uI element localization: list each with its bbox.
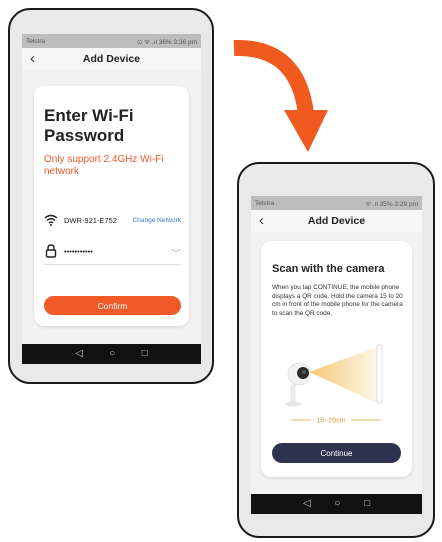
nav-back-icon[interactable]: ◁ <box>303 499 311 509</box>
distance-label: 15~20cm <box>317 418 346 425</box>
scan-instructions: When you tap CONTINUE, the mobile phone … <box>272 284 403 317</box>
lock-icon <box>44 244 58 258</box>
nav-recents-icon[interactable]: □ <box>142 349 148 359</box>
wifi-note: Only support 2.4GHz Wi-Fi network <box>44 154 164 177</box>
wifi-card: Enter Wi-Fi Password Only support 2.4GHz… <box>34 86 189 326</box>
status-icons: ⊙ ᯤ .ıl 36% 3:36 pm <box>136 38 197 46</box>
confirm-button[interactable]: Confirm <box>44 296 181 315</box>
nav-recents-icon[interactable]: □ <box>364 499 370 509</box>
carrier-label: Telstra <box>26 37 46 45</box>
phone-wifi-password: Telstra ⊙ ᯤ .ıl 36% 3:36 pm ‹ Add Device… <box>8 8 214 384</box>
app-bar: ‹ Add Device <box>22 48 201 70</box>
continue-button[interactable]: Continue <box>272 443 401 463</box>
camera-scan-illustration: 15~20cm <box>285 344 383 425</box>
nav-back-icon[interactable]: ◁ <box>75 349 83 359</box>
card-title: Scan with the camera <box>272 263 385 275</box>
network-name: DWR-921-E752 <box>64 215 117 225</box>
password-row[interactable]: ••••••••••• <box>44 244 181 258</box>
phone-scan-camera: Telstra ᯤ .ıl 35% 3:29 pm ‹ Add Device S… <box>237 162 435 538</box>
card-title: Enter Wi-Fi Password <box>44 106 134 145</box>
android-nav-bar: ◁ ○ □ <box>251 494 422 514</box>
android-nav-bar: ◁ ○ □ <box>22 344 201 364</box>
carrier-label: Telstra <box>255 199 275 207</box>
back-arrow-icon[interactable]: ‹ <box>259 212 264 229</box>
status-bar: Telstra ⊙ ᯤ .ıl 36% 3:36 pm <box>22 34 201 48</box>
page-title: Add Device <box>82 53 141 65</box>
scan-card: Scan with the camera When you tap CONTIN… <box>261 241 412 477</box>
change-network-link[interactable]: Change Network <box>133 217 181 224</box>
eye-hidden-icon[interactable] <box>171 247 181 256</box>
phone-screen: Telstra ⊙ ᯤ .ıl 36% 3:36 pm ‹ Add Device… <box>22 34 201 364</box>
network-row: DWR-921-E752 Change Network <box>44 213 181 227</box>
app-bar: ‹ Add Device <box>251 210 422 232</box>
phone-screen: Telstra ᯤ .ıl 35% 3:29 pm ‹ Add Device S… <box>251 196 422 514</box>
nav-home-icon[interactable]: ○ <box>109 349 115 359</box>
next-step-arrow-icon <box>233 39 328 152</box>
nav-home-icon[interactable]: ○ <box>334 499 340 509</box>
wifi-icon <box>44 213 58 227</box>
password-underline <box>44 264 181 265</box>
status-bar: Telstra ᯤ .ıl 35% 3:29 pm <box>251 196 422 210</box>
page-title: Add Device <box>307 215 366 227</box>
status-icons: ᯤ .ıl 35% 3:29 pm <box>365 200 418 208</box>
back-arrow-icon[interactable]: ‹ <box>30 50 35 67</box>
password-field[interactable]: ••••••••••• <box>64 247 171 256</box>
